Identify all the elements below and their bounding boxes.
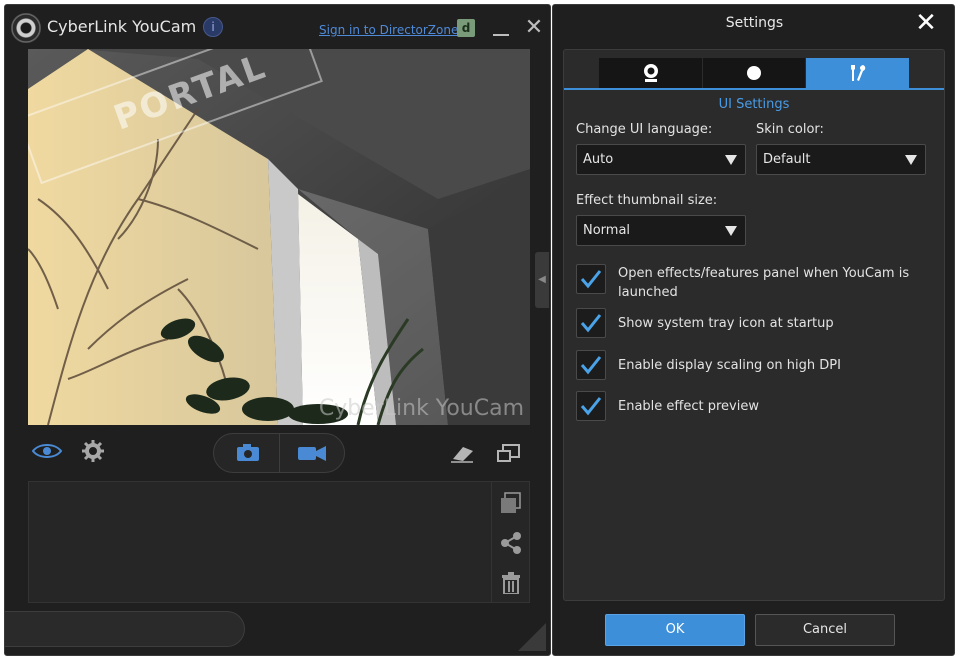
tab-capture-settings[interactable] (703, 58, 805, 88)
chevron-down-icon (725, 155, 737, 165)
checkbox-box[interactable] (576, 308, 606, 338)
tray-tools (491, 482, 529, 602)
checkmark-icon (580, 270, 602, 289)
photo-capture-button[interactable] (214, 434, 280, 472)
skin-color-value: Default (763, 152, 811, 167)
thumbnail-size-value: Normal (583, 223, 631, 238)
camera-watermark-text: CyberLink YouCam (318, 396, 524, 421)
chevron-down-icon (905, 155, 917, 165)
app-title: CyberLink YouCam (47, 17, 197, 36)
checkbox-label: Enable effect preview (618, 399, 759, 414)
signin-directorzone-link[interactable]: Sign in to DirectorZone (319, 23, 458, 37)
dialog-title: Settings (725, 15, 784, 31)
skin-color-label: Skin color: (756, 122, 824, 137)
checkmark-icon (580, 356, 602, 375)
capture-mode-group (213, 433, 345, 473)
media-tray (28, 481, 530, 603)
minimize-button[interactable] (491, 19, 511, 39)
checkbox-box[interactable] (576, 391, 606, 421)
resize-grip-icon[interactable] (518, 623, 546, 651)
checkbox-label: Open effects/features panel when YouCam … (618, 266, 910, 300)
checkbox-system-tray[interactable]: Show system tray icon at startup (576, 308, 936, 340)
eye-icon[interactable] (31, 441, 63, 461)
trash-icon[interactable] (500, 572, 522, 594)
close-settings-button[interactable]: ✕ (912, 9, 940, 37)
cancel-button[interactable]: Cancel (755, 614, 895, 646)
panel-collapse-handle[interactable]: ◀ (535, 252, 549, 308)
checkbox-label: Show system tray icon at startup (618, 316, 834, 331)
checkbox-box[interactable] (576, 264, 606, 294)
gallery-icon[interactable] (500, 492, 522, 514)
info-icon[interactable]: i (203, 17, 223, 37)
language-value: Auto (583, 152, 614, 167)
settings-dialog: Settings ✕ UI Settings Change UI languag… (552, 4, 955, 656)
checkbox-label: Enable display scaling on high DPI (618, 358, 841, 373)
checkbox-open-effects-panel[interactable]: Open effects/features panel when YouCam … (576, 264, 936, 300)
settings-panel: UI Settings Change UI language: Auto Ski… (563, 49, 945, 601)
share-icon[interactable] (500, 532, 522, 554)
record-dot-icon (747, 66, 761, 80)
checkmark-icon (580, 397, 602, 416)
language-label: Change UI language: (576, 122, 713, 137)
checkbox-effect-preview[interactable]: Enable effect preview (576, 391, 936, 423)
camera-preview: PORTAL CyberLink YouCam (28, 49, 530, 425)
section-title: UI Settings (718, 97, 790, 112)
thumbnail-size-label: Effect thumbnail size: (576, 193, 718, 208)
video-camera-icon (298, 446, 326, 461)
status-strip (5, 611, 245, 647)
gear-icon[interactable] (81, 439, 105, 463)
webcam-logo-icon (11, 13, 41, 43)
checkmark-icon (580, 314, 602, 333)
skin-color-dropdown[interactable]: Default (756, 144, 926, 175)
chevron-down-icon (725, 226, 737, 236)
directorzone-icon[interactable]: d (457, 19, 475, 37)
tab-camera-settings[interactable] (599, 58, 702, 88)
tab-ui-settings[interactable] (806, 58, 909, 88)
settings-tab-bar (564, 50, 944, 90)
thumbnail-size-dropdown[interactable]: Normal (576, 215, 746, 246)
eraser-icon[interactable] (451, 445, 475, 463)
ok-button[interactable]: OK (605, 614, 745, 646)
youcam-main-window: CyberLink YouCam i Sign in to DirectorZo… (4, 4, 551, 656)
checkbox-display-scaling[interactable]: Enable display scaling on high DPI (576, 350, 936, 382)
close-main-button[interactable]: ✕ (523, 17, 545, 39)
checkbox-box[interactable] (576, 350, 606, 380)
tools-icon (850, 65, 865, 81)
language-dropdown[interactable]: Auto (576, 144, 746, 175)
screen-icon[interactable] (497, 443, 521, 463)
video-capture-button[interactable] (280, 434, 344, 472)
webcam-icon (643, 64, 658, 82)
camera-icon (237, 444, 259, 461)
